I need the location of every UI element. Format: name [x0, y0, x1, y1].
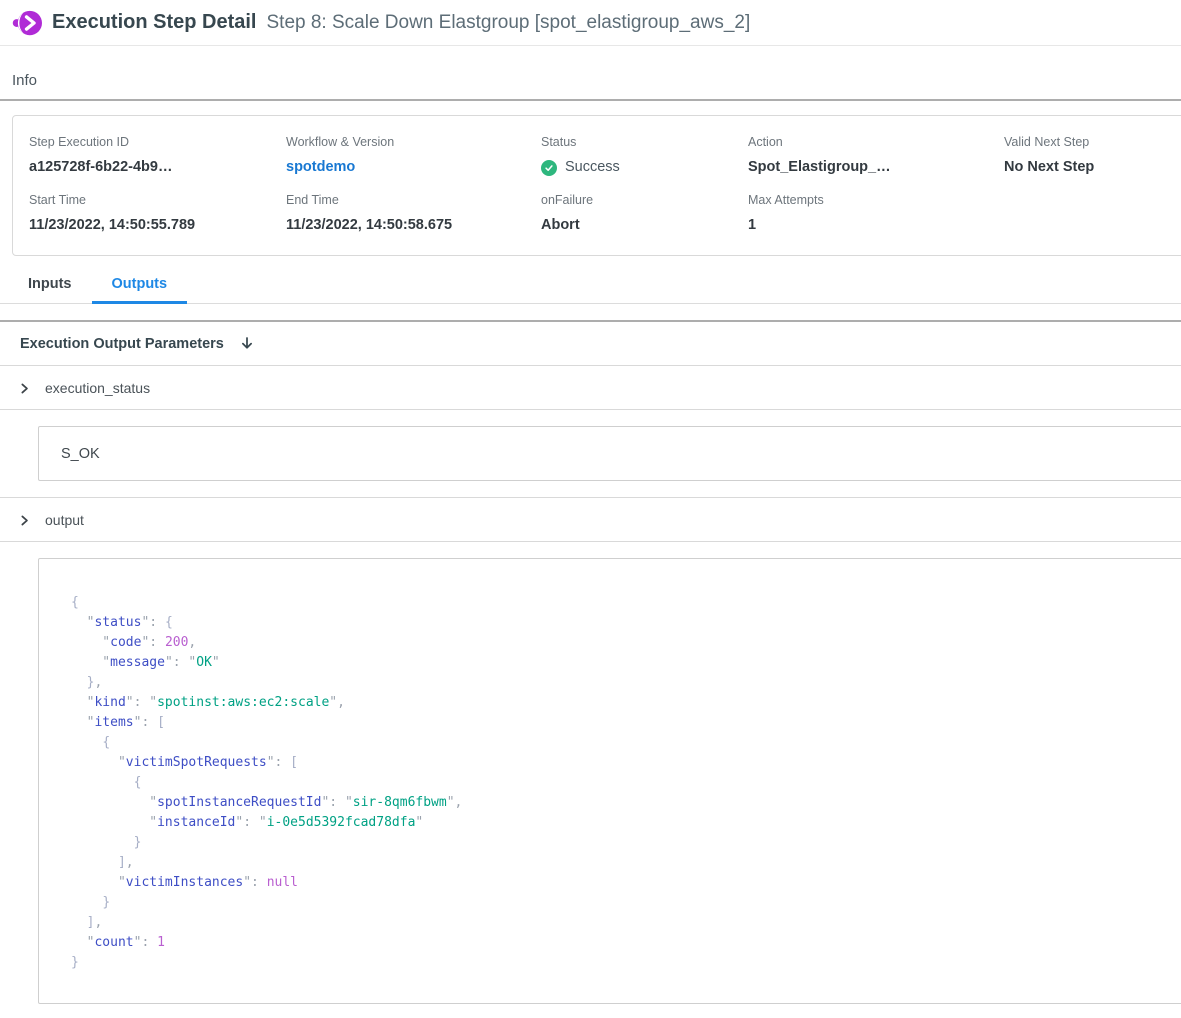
- resolve-logo-icon: [12, 8, 42, 38]
- info-card: Step Execution ID a125728f-6b22-4b9… Wor…: [12, 115, 1181, 256]
- page-header: Execution Step Detail Step 8: Scale Down…: [0, 0, 1181, 46]
- execution-status-value-box: S_OK: [38, 426, 1181, 481]
- info-section-title: Info: [12, 72, 1181, 89]
- page-subtitle: Step 8: Scale Down Elastgroup [spot_elas…: [267, 12, 751, 34]
- status-badge: Success: [541, 158, 748, 177]
- tab-outputs[interactable]: Outputs: [92, 270, 188, 303]
- field-action: Action Spot_Elastigroup_…: [748, 134, 1004, 177]
- param-row-output[interactable]: output: [0, 498, 1181, 541]
- row-divider: [0, 409, 1181, 410]
- field-valid-next-step: Valid Next Step No Next Step: [1004, 134, 1181, 177]
- field-step-execution-id: Step Execution ID a125728f-6b22-4b9…: [29, 134, 286, 177]
- chevron-right-icon: [18, 514, 31, 527]
- row-divider: [0, 541, 1181, 542]
- param-row-execution-status[interactable]: execution_status: [0, 366, 1181, 409]
- field-onfailure: onFailure Abort: [541, 192, 748, 235]
- workflow-link[interactable]: spotdemo: [286, 158, 541, 177]
- info-divider: [0, 99, 1181, 101]
- json-code: { "status": { "code": 200, "message": "O…: [71, 593, 1181, 973]
- execution-output-parameters-header: Execution Output Parameters: [0, 322, 1181, 365]
- tab-inputs[interactable]: Inputs: [8, 270, 92, 303]
- tab-bar: Inputs Outputs: [0, 270, 1181, 304]
- output-value-box: { "status": { "code": 200, "message": "O…: [38, 558, 1181, 1004]
- field-status: Status Success: [541, 134, 748, 177]
- field-workflow-version: Workflow & Version spotdemo: [286, 134, 541, 177]
- chevron-right-icon: [18, 382, 31, 395]
- field-end-time: End Time 11/23/2022, 14:50:58.675: [286, 192, 541, 235]
- field-max-attempts: Max Attempts 1: [748, 192, 1004, 235]
- page-title: Execution Step Detail: [52, 11, 257, 34]
- success-check-icon: [541, 160, 557, 176]
- download-icon[interactable]: [238, 335, 256, 353]
- field-start-time: Start Time 11/23/2022, 14:50:55.789: [29, 192, 286, 235]
- execution-status-value: S_OK: [61, 446, 100, 462]
